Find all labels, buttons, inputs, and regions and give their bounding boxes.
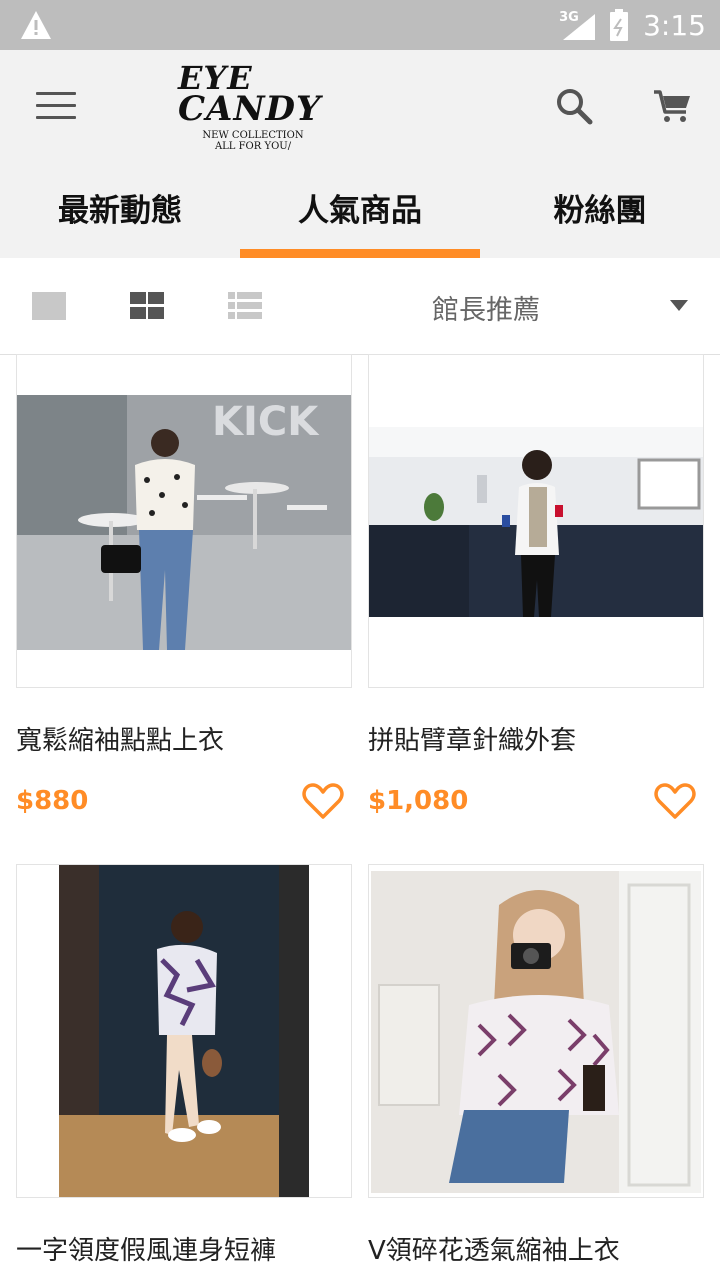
dropdown-caret-icon[interactable] (670, 300, 688, 311)
product-image[interactable]: KICK (16, 354, 352, 688)
product-image[interactable] (368, 354, 704, 688)
warning-icon (21, 11, 51, 39)
list-view-icon[interactable] (228, 292, 264, 322)
product-image[interactable] (368, 864, 704, 1198)
logo-tagline2: ALL FOR YOU/ (214, 141, 292, 152)
heart-icon[interactable] (654, 782, 696, 820)
category-tabs: 最新動態 人氣商品 粉絲團 (0, 170, 720, 258)
cart-icon[interactable] (652, 86, 694, 126)
tab-latest[interactable]: 最新動態 (0, 170, 240, 258)
product-image[interactable] (16, 864, 352, 1198)
product-price: $880 (16, 786, 89, 816)
menu-button[interactable] (36, 92, 76, 122)
brand-logo[interactable]: EYE CANDY NEW COLLECTION ALL FOR YOU/ (178, 62, 348, 157)
product-name[interactable]: 拼貼臂章針織外套 (368, 720, 576, 757)
svg-text:KICK: KICK (212, 399, 320, 445)
tab-fans[interactable]: 粉絲團 (480, 170, 720, 258)
product-price: $1,080 (368, 786, 469, 816)
battery-icon (610, 9, 629, 41)
app-header: EYE CANDY NEW COLLECTION ALL FOR YOU/ (0, 50, 720, 170)
search-icon[interactable] (554, 86, 594, 126)
grid-view-icon[interactable] (130, 292, 166, 322)
status-bar: 3G 3:15 (0, 0, 720, 50)
menu-icon-bar (36, 116, 76, 119)
single-view-icon[interactable] (32, 292, 68, 322)
status-time: 3:15 (643, 8, 706, 42)
tab-popular[interactable]: 人氣商品 (240, 170, 480, 258)
menu-icon-bar (36, 104, 76, 107)
view-toolbar: 館長推薦 (0, 258, 720, 355)
logo-line2: CANDY (178, 89, 322, 129)
signal-icon: 3G (559, 10, 596, 40)
heart-icon[interactable] (302, 782, 344, 820)
product-name[interactable]: 一字領度假風連身短褲 (16, 1230, 276, 1267)
logo-tagline1: NEW COLLECTION (202, 130, 304, 141)
product-name[interactable]: 寬鬆縮袖點點上衣 (16, 720, 224, 757)
product-name[interactable]: V領碎花透氣縮袖上衣 (368, 1230, 620, 1267)
menu-icon-bar (36, 92, 76, 95)
sort-dropdown-label[interactable]: 館長推薦 (432, 288, 540, 327)
